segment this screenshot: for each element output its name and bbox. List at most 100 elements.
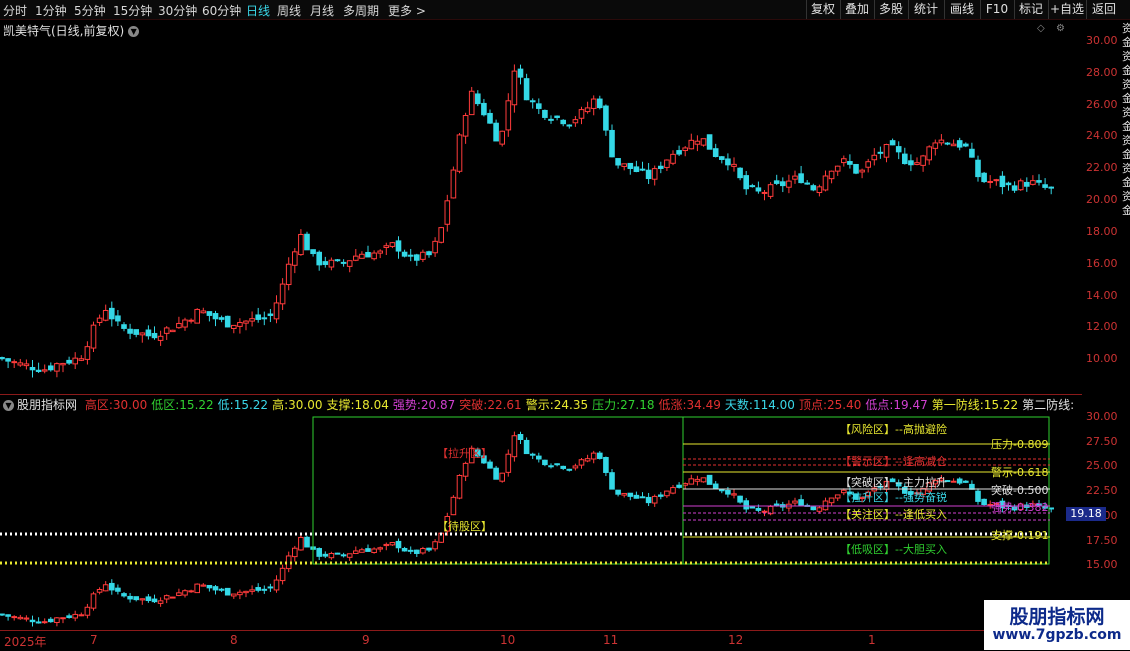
date-tick: 11: [603, 633, 619, 647]
ind-candle: [78, 614, 85, 617]
main-candle: [1017, 180, 1024, 191]
fuquan-button[interactable]: 复权: [806, 0, 839, 19]
ind-candle: [188, 590, 194, 593]
ind-candle: [0, 613, 5, 616]
period-tab[interactable]: 分时: [3, 2, 27, 19]
ind-candle: [536, 455, 542, 460]
period-tab[interactable]: 30分钟: [158, 2, 197, 19]
multi-stock-button[interactable]: 多股: [874, 0, 907, 19]
zone-label-breakout: 【突破区】--主力拉升: [840, 476, 947, 489]
main-candle: [133, 329, 139, 335]
main-candle: [645, 169, 652, 180]
ind-candle: [773, 503, 780, 507]
main-candle: [548, 118, 554, 121]
ind-candle: [151, 598, 158, 603]
diamond-icon[interactable]: ◇: [1037, 23, 1045, 34]
period-tab[interactable]: 多周期: [343, 2, 379, 19]
ind-candle: [639, 496, 646, 499]
main-candle: [383, 245, 390, 249]
overlay-button[interactable]: 叠加: [840, 0, 873, 19]
y-tick: 15.00: [1086, 558, 1118, 571]
f10-button[interactable]: F10: [980, 0, 1013, 19]
ind-candle: [353, 550, 359, 555]
ind-candle: [371, 548, 377, 554]
main-candle: [627, 162, 634, 169]
indicator-item: 第一防线:15.22: [931, 398, 1019, 412]
ind-candle: [285, 555, 292, 570]
main-candle: [450, 169, 457, 199]
ind-candle: [316, 548, 322, 557]
main-candle: [255, 314, 261, 320]
watermark-url: www.7gpzb.com: [992, 627, 1122, 643]
ind-candle: [249, 589, 255, 592]
main-candle: [481, 102, 487, 116]
main-candle: [572, 119, 579, 124]
main-candle: [871, 154, 878, 161]
y-tick: 10.00: [1086, 352, 1118, 365]
period-tab[interactable]: 周线: [277, 2, 301, 19]
main-candle: [96, 317, 103, 323]
date-tick: 1: [868, 633, 876, 647]
ind-candle: [633, 494, 640, 499]
main-candle: [487, 112, 493, 124]
main-candle: [90, 324, 97, 349]
ind-candle: [712, 483, 719, 490]
ind-candle: [407, 549, 414, 552]
main-candle: [346, 260, 353, 267]
main-candle: [310, 249, 316, 255]
ind-candle: [133, 596, 139, 601]
indicator-name: 股朋指标网: [17, 398, 78, 412]
draw-line-button[interactable]: 画线: [944, 0, 979, 19]
add-watchlist-button[interactable]: +自选: [1048, 0, 1085, 19]
main-candle: [23, 363, 30, 367]
zone-label-warning: 【警示区】--逢高减仓: [840, 455, 947, 468]
ind-candle: [950, 480, 957, 483]
ind-candle: [255, 587, 261, 591]
ind-candle: [969, 483, 975, 490]
ind-candle: [804, 504, 811, 507]
ind-candle: [798, 499, 804, 506]
main-candle: [322, 261, 329, 265]
level-label: 突破-0.500: [991, 484, 1049, 497]
period-tab[interactable]: 月线: [310, 2, 334, 19]
level-label: 警示-0.618: [991, 466, 1049, 479]
stats-button[interactable]: 统计: [908, 0, 943, 19]
main-candle: [304, 233, 310, 251]
period-tab[interactable]: 1分钟: [35, 2, 67, 19]
indicator-item: 支撑:18.04: [326, 398, 389, 412]
date-tick: 12: [728, 633, 744, 647]
period-tab[interactable]: 15分钟: [113, 2, 152, 19]
main-candle: [420, 251, 426, 260]
period-tab-active[interactable]: 日线: [246, 2, 270, 19]
ind-candle: [456, 474, 463, 499]
main-candle: [444, 200, 451, 225]
ind-candle: [328, 552, 335, 559]
chevron-down-icon[interactable]: ▼: [3, 400, 14, 411]
range-box-left: [312, 416, 684, 565]
chevron-down-icon[interactable]: ▼: [128, 26, 140, 37]
zone-label-watch: 【关注区】--逢低买入: [840, 508, 947, 521]
ind-candle: [127, 595, 133, 600]
back-button[interactable]: 返回: [1086, 0, 1121, 19]
kline-chart[interactable]: [0, 0, 1130, 650]
main-candle: [127, 328, 133, 334]
ind-candle: [700, 477, 707, 483]
main-candle: [72, 357, 79, 365]
main-candle: [328, 259, 335, 268]
zone-label-rally: 【拉升区】--强势奋锐: [840, 491, 947, 504]
main-candle: [292, 251, 298, 266]
main-candle: [60, 362, 66, 366]
period-tab[interactable]: 60分钟: [202, 2, 241, 19]
more-periods-button[interactable]: 更多 >: [388, 2, 426, 19]
ind-candle: [523, 439, 530, 455]
main-candle: [700, 138, 707, 146]
ind-candle: [676, 484, 682, 488]
settings-icon[interactable]: ⚙: [1056, 23, 1065, 34]
zone-label-buy: 【低吸区】--大胆买入: [840, 543, 947, 556]
period-tab[interactable]: 5分钟: [74, 2, 106, 19]
ind-candle: [963, 480, 969, 483]
ind-candle: [200, 584, 207, 587]
ind-candle: [212, 586, 219, 591]
mark-button[interactable]: 标记: [1014, 0, 1047, 19]
main-candle: [456, 134, 463, 172]
